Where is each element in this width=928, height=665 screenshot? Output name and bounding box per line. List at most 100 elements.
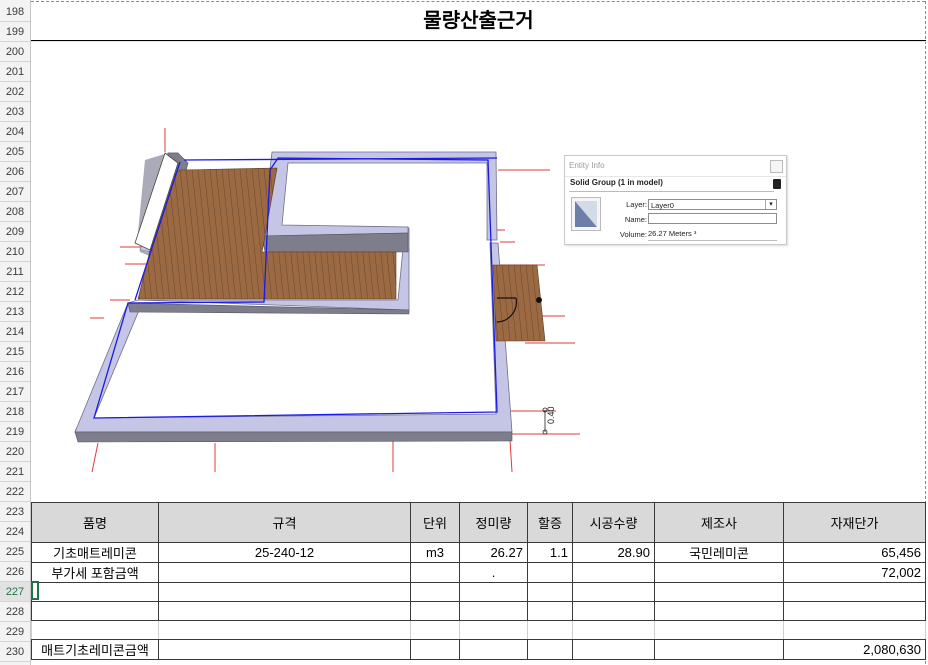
row-number[interactable]: 206 [0,162,30,182]
entity-info-panel[interactable]: Entity Info Solid Group (1 in model) Lay… [564,155,787,245]
table-cell[interactable] [459,639,528,660]
table-cell[interactable]: 기초매트레미콘 [31,542,159,563]
header-cell[interactable]: 규격 [158,502,411,543]
row-number[interactable]: 205 [0,142,30,162]
table-cell[interactable] [31,601,159,621]
table-cell[interactable] [410,582,460,602]
table-cell[interactable]: 28.90 [572,542,655,563]
header-cell[interactable]: 자재단가 [783,502,926,543]
table-cell[interactable] [527,620,573,640]
table-cell[interactable] [459,601,528,621]
wooden-floor-entry [492,264,546,342]
table-cell[interactable] [410,562,460,583]
row-number[interactable]: 217 [0,382,30,402]
row-number[interactable]: 226 [0,562,30,582]
dimension-label: 0.40 [546,406,556,424]
table-cell[interactable]: 1.1 [527,542,573,563]
row-number[interactable]: 221 [0,462,30,482]
table-cell[interactable]: 25-240-12 [158,542,411,563]
table-cell[interactable] [527,562,573,583]
table-cell[interactable]: 매트기초레미콘금액 [31,639,159,660]
row-number[interactable]: 198 [0,2,30,22]
table-cell[interactable]: 65,456 [783,542,926,563]
table-cell[interactable] [158,601,411,621]
row-number[interactable]: 207 [0,182,30,202]
table-cell[interactable] [31,620,159,640]
row-number[interactable]: 202 [0,82,30,102]
header-cell[interactable]: 할증 [527,502,573,543]
table-cell[interactable] [572,562,655,583]
table-cell[interactable] [410,601,460,621]
name-field[interactable] [648,213,777,224]
header-cell[interactable]: 시공수량 [572,502,655,543]
row-number[interactable]: 211 [0,262,30,282]
table-cell[interactable] [459,620,528,640]
table-cell[interactable] [654,582,784,602]
row-number[interactable]: 228 [0,602,30,622]
row-number[interactable]: 230 [0,642,30,662]
table-cell[interactable] [31,582,159,602]
row-number[interactable]: 210 [0,242,30,262]
table-cell[interactable] [654,620,784,640]
table-cell[interactable] [527,639,573,660]
table-cell[interactable] [410,639,460,660]
table-cell[interactable] [527,582,573,602]
table-cell[interactable]: 26.27 [459,542,528,563]
row-number[interactable]: 209 [0,222,30,242]
table-cell[interactable] [783,582,926,602]
row-number[interactable]: 200 [0,42,30,62]
row-number[interactable]: 225 [0,542,30,562]
row-number[interactable]: 227 [0,582,30,602]
table-cell[interactable]: 국민레미콘 [654,542,784,563]
chevron-down-icon[interactable]: ▾ [765,200,776,209]
active-cell-cursor[interactable] [31,581,39,600]
header-cell[interactable]: 단위 [410,502,460,543]
table-row [31,601,926,621]
row-number[interactable]: 214 [0,322,30,342]
row-number[interactable]: 219 [0,422,30,442]
table-cell[interactable] [654,639,784,660]
table-cell[interactable] [158,639,411,660]
table-cell[interactable] [158,582,411,602]
row-number[interactable]: 215 [0,342,30,362]
row-number[interactable]: 223 [0,502,30,522]
table-cell[interactable] [572,639,655,660]
table-cell[interactable] [572,620,655,640]
table-cell[interactable]: 부가세 포함금액 [31,562,159,583]
header-cell[interactable]: 품명 [31,502,159,543]
table-cell[interactable] [572,582,655,602]
row-number[interactable]: 216 [0,362,30,382]
row-number[interactable]: 208 [0,202,30,222]
row-number[interactable]: 218 [0,402,30,422]
table-row: 부가세 포함금액 . 72,002 [31,562,926,583]
table-cell[interactable]: . [459,562,528,583]
row-number[interactable]: 201 [0,62,30,82]
table-cell[interactable] [783,620,926,640]
table-cell[interactable] [158,620,411,640]
row-number[interactable]: 213 [0,302,30,322]
table-cell[interactable] [459,582,528,602]
row-number[interactable]: 204 [0,122,30,142]
row-number[interactable]: 229 [0,622,30,642]
table-cell[interactable]: 72,002 [783,562,926,583]
table-cell[interactable] [158,562,411,583]
row-number[interactable]: 212 [0,282,30,302]
row-number[interactable]: 224 [0,522,30,542]
close-icon[interactable] [770,160,783,173]
table-cell[interactable] [654,601,784,621]
table-cell[interactable] [572,601,655,621]
header-cell[interactable]: 정미량 [459,502,528,543]
table-cell[interactable] [654,562,784,583]
row-number[interactable]: 220 [0,442,30,462]
row-number[interactable]: 222 [0,482,30,502]
table-cell[interactable] [527,601,573,621]
table-cell[interactable]: 2,080,630 [783,639,926,660]
row-number[interactable]: 199 [0,22,30,42]
pin-icon[interactable] [773,179,781,189]
row-number[interactable]: 203 [0,102,30,122]
table-cell[interactable] [783,601,926,621]
table-cell[interactable] [410,620,460,640]
layer-select[interactable]: Layer0 ▾ [648,199,777,210]
table-cell[interactable]: m3 [410,542,460,563]
header-cell[interactable]: 제조사 [654,502,784,543]
